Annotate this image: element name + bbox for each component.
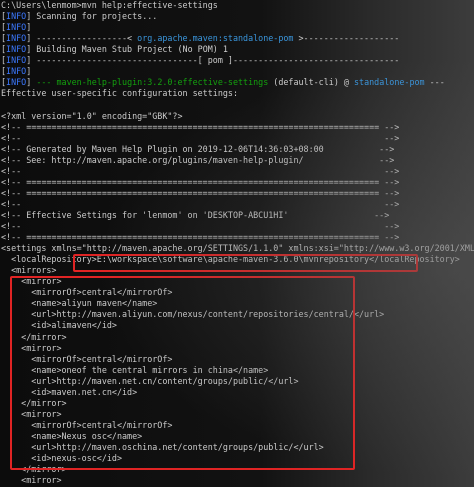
terminal-line: <!-- --> <box>1 165 399 177</box>
log-level-label: INFO <box>6 77 27 87</box>
terminal-text: <mirrors> <box>1 265 57 275</box>
log-level-label: INFO <box>6 55 27 65</box>
terminal-text: (default-cli) @ <box>268 77 354 87</box>
terminal-text: --- <box>424 77 445 87</box>
terminal-line: C:\Users\lenmom>mvn help:effective-setti… <box>1 0 218 11</box>
log-level-label: INFO <box>6 66 27 76</box>
terminal-text: <!-- --> <box>1 133 400 143</box>
terminal-window[interactable]: <mirrorOf>thirdparty</mirrorOf> <mirror>… <box>0 0 474 487</box>
terminal-text: ] ------------------< <box>26 33 138 43</box>
terminal-text: <!-- ===================================… <box>1 188 400 198</box>
terminal-line: <mirror> <box>1 474 62 486</box>
log-level-label: INFO <box>6 22 27 32</box>
terminal-text: --- maven-help-plugin:3.2.0:effective-se… <box>36 77 269 87</box>
terminal-line: [INFO] Building Maven Stub Project (No P… <box>1 43 228 55</box>
terminal-line: <!-- Effective Settings for 'lenmom' on … <box>1 209 389 221</box>
terminal-text: ] Scanning for projects... <box>26 11 158 21</box>
terminal-line: <!-- See: http://maven.apache.org/plugin… <box>1 154 394 166</box>
terminal-line: <mirrors> <box>1 264 56 276</box>
log-level-label: INFO <box>6 44 27 54</box>
terminal-text: <mirror> <box>1 475 62 485</box>
terminal-line: <!-- --> <box>1 198 399 210</box>
terminal-line: <!-- --> <box>1 220 399 232</box>
terminal-text: standalone-pom <box>353 77 425 87</box>
terminal-text: Effective user-specific configuration se… <box>1 88 238 98</box>
terminal-line: <!-- --> <box>1 132 399 144</box>
terminal-text: <!-- ===================================… <box>1 122 400 132</box>
terminal-line: <!-- ===================================… <box>1 231 399 243</box>
terminal-line: [INFO] --- maven-help-plugin:3.2.0:effec… <box>1 76 445 88</box>
terminal-line: <!-- Generated by Maven Help Plugin on 2… <box>1 143 394 155</box>
terminal-line: [INFO] <box>1 21 31 33</box>
log-level-label: INFO <box>6 33 27 43</box>
terminal-line: <settings xmlns="http://maven.apache.org… <box>1 242 474 254</box>
terminal-text: <!-- See: http://maven.apache.org/plugin… <box>1 155 395 165</box>
terminal-text: >------------------- <box>293 33 400 43</box>
terminal-text: <!-- Effective Settings for 'lenmom' on … <box>1 210 390 220</box>
log-level-label: INFO <box>6 11 27 21</box>
terminal-line: <!-- ===================================… <box>1 121 399 133</box>
terminal-text: ] <box>26 77 37 87</box>
terminal-text: <!-- ===================================… <box>1 177 400 187</box>
terminal-line: [INFO] Scanning for projects... <box>1 10 157 22</box>
terminal-line: <!-- ===================================… <box>1 187 399 199</box>
mirrors-highlight <box>10 276 355 470</box>
terminal-line: <!-- ===================================… <box>1 176 399 188</box>
terminal-text: <!-- --> <box>1 221 400 231</box>
terminal-text: ] Building Maven Stub Project (No POM) 1 <box>26 44 228 54</box>
terminal-line: <?xml version="1.0" encoding="GBK"?> <box>1 110 183 122</box>
terminal-text: ] <box>26 22 32 32</box>
terminal-text: <settings xmlns="http://maven.apache.org… <box>1 243 474 253</box>
terminal-text: C:\Users\lenmom>mvn help:effective-setti… <box>1 0 218 10</box>
terminal-text: <!-- Generated by Maven Help Plugin on 2… <box>1 144 395 154</box>
terminal-text: <!-- ===================================… <box>1 232 400 242</box>
terminal-text: <!-- --> <box>1 199 400 209</box>
terminal-text: <!-- --> <box>1 166 400 176</box>
terminal-line: [INFO] <box>1 65 31 77</box>
terminal-line: Effective user-specific configuration se… <box>1 87 238 99</box>
terminal-line: [INFO] ------------------< org.apache.ma… <box>1 32 399 44</box>
terminal-text: ] --------------------------------[ pom … <box>26 55 400 65</box>
terminal-line: [INFO] --------------------------------[… <box>1 54 399 66</box>
terminal-text: ] <box>26 66 32 76</box>
terminal-text: <?xml version="1.0" encoding="GBK"?> <box>1 111 183 121</box>
terminal-text: org.apache.maven:standalone-pom <box>137 33 294 43</box>
local-repository-highlight <box>73 254 418 272</box>
